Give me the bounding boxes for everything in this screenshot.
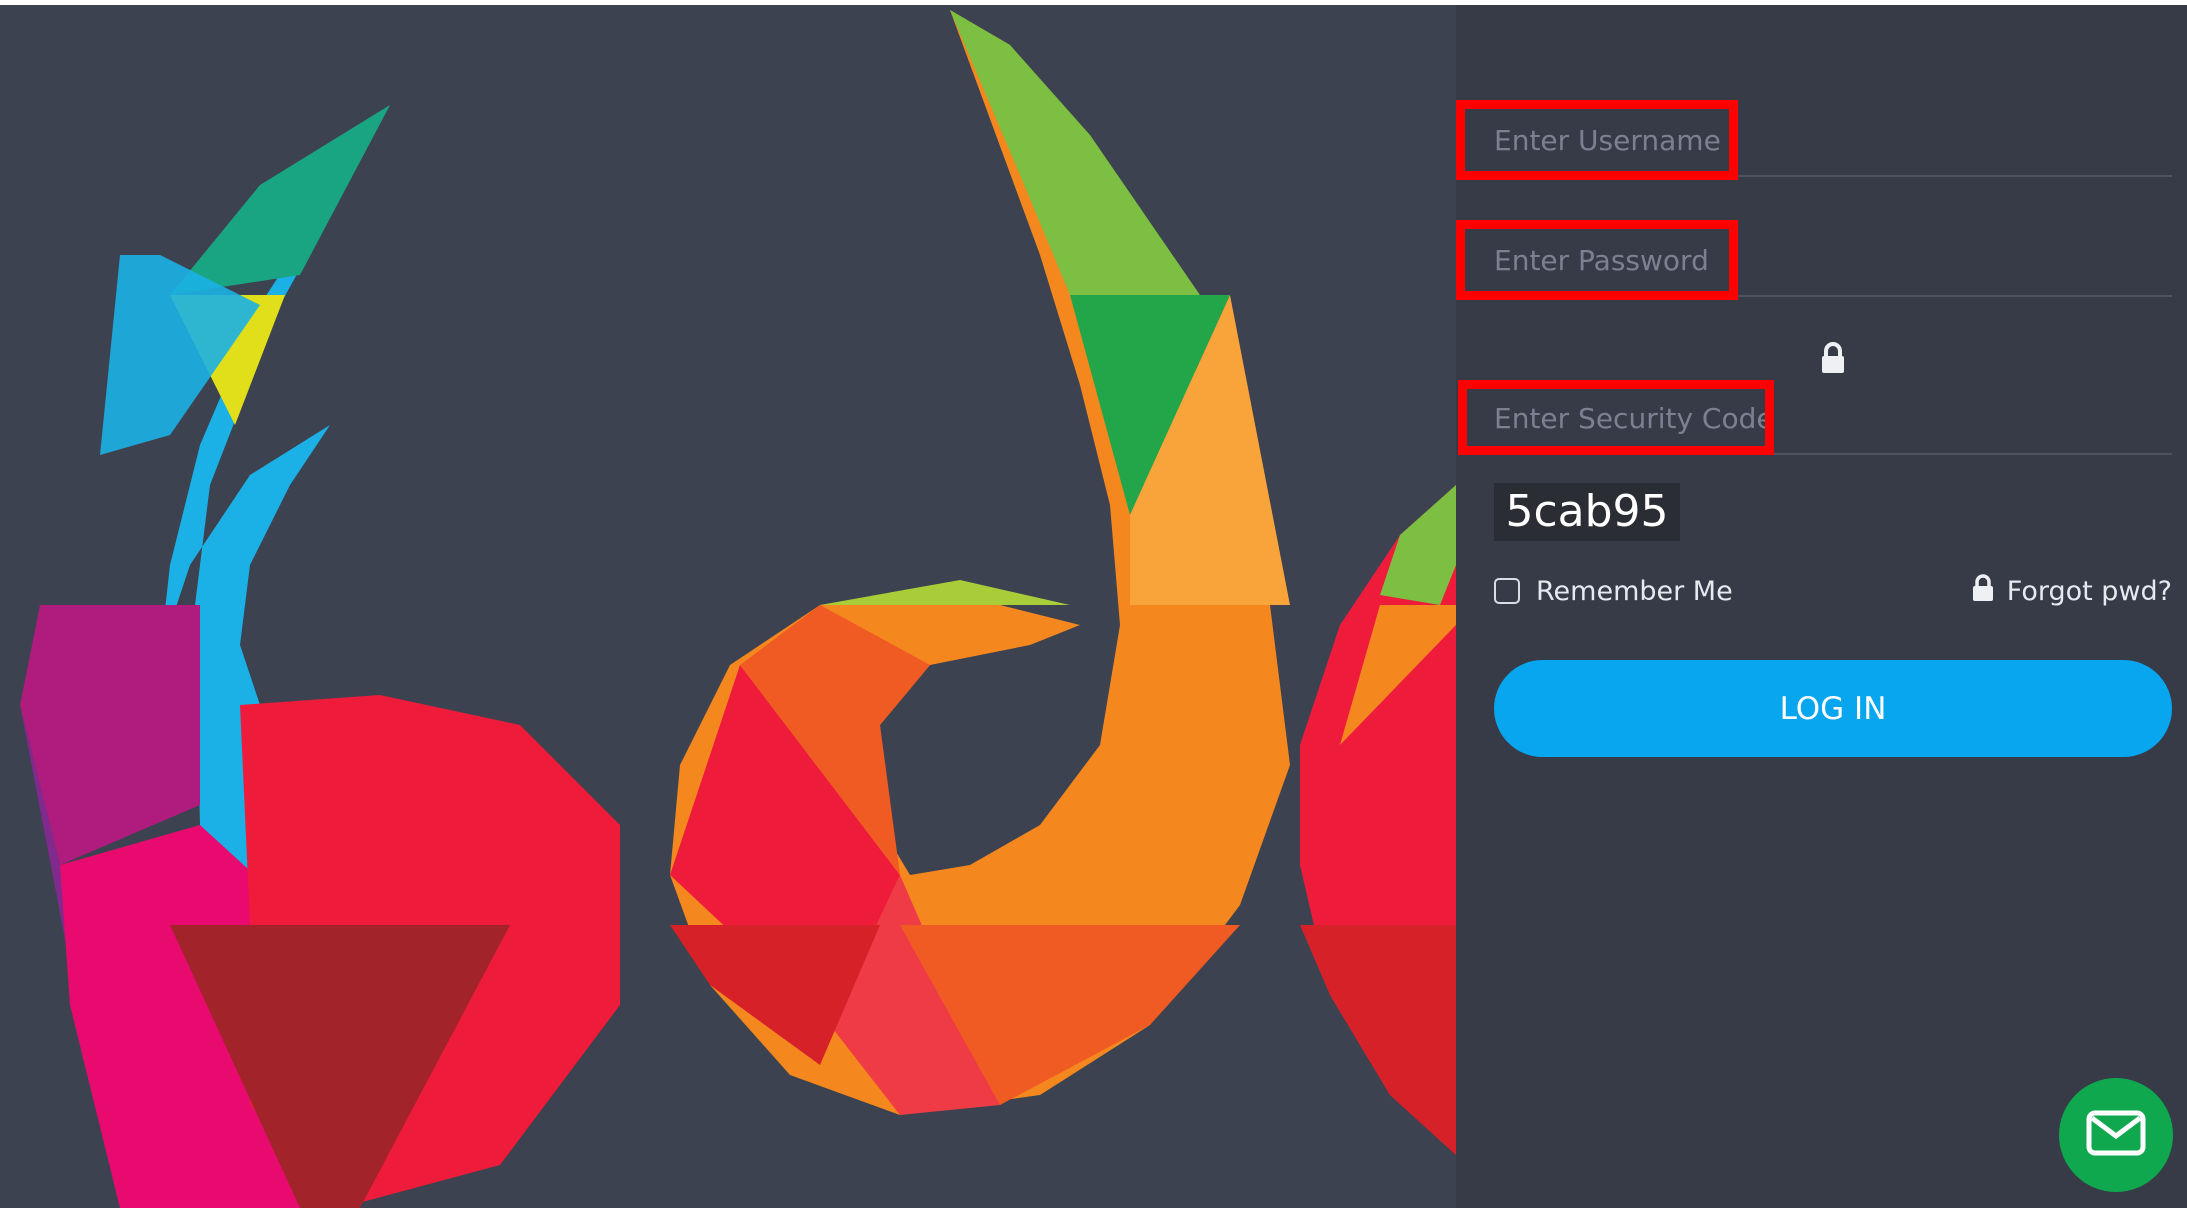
username-input[interactable]: [1492, 105, 2172, 175]
password-input[interactable]: [1492, 225, 2172, 295]
forgot-password-label: Forgot pwd?: [2006, 575, 2172, 607]
remember-me-checkbox[interactable]: Remember Me: [1494, 572, 1733, 610]
brand-artwork: [0, 5, 1456, 1208]
username-field: [1492, 105, 2172, 177]
security-code-field: [1492, 383, 2172, 455]
captcha-code: 5cab95: [1494, 483, 1680, 541]
login-page: [0, 5, 2187, 1208]
lock-icon: [1971, 573, 1995, 609]
brand-logo-graphic: [20, 10, 1456, 1208]
lock-icon: [1820, 342, 1846, 379]
forgot-password-link[interactable]: Forgot pwd?: [1971, 572, 2172, 610]
login-button[interactable]: LOG IN: [1494, 660, 2172, 757]
remember-me-label: Remember Me: [1536, 575, 1733, 607]
security-code-input[interactable]: [1492, 383, 2172, 453]
contact-mail-button[interactable]: [2059, 1078, 2173, 1192]
checkbox-icon[interactable]: [1494, 578, 1520, 604]
password-field: [1492, 225, 2172, 297]
mail-icon: [2086, 1110, 2146, 1161]
